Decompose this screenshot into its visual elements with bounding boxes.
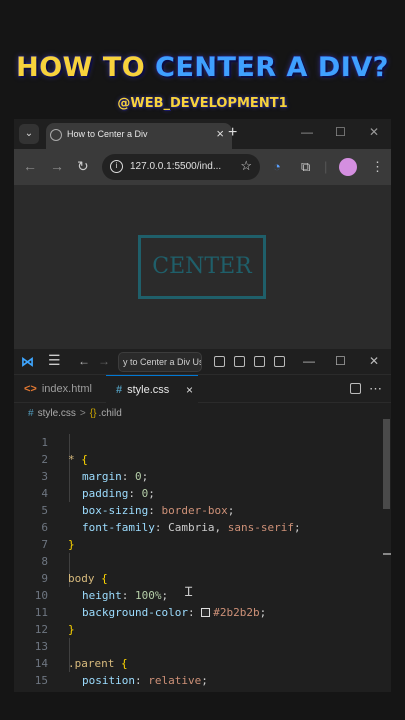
star-icon[interactable]: ☆ xyxy=(240,158,252,174)
toggle-sidebar-icon[interactable] xyxy=(214,356,225,367)
code-line: 8 body { xyxy=(14,536,384,585)
minimize-icon[interactable]: — xyxy=(301,125,313,139)
reload-icon[interactable]: ↻ xyxy=(77,158,89,175)
code-line: 13 .parent { xyxy=(14,621,384,670)
menu-icon[interactable]: ☰ xyxy=(48,352,61,369)
back-icon[interactable]: ← xyxy=(78,354,90,368)
code-line: 14 position: relative; xyxy=(14,638,384,687)
code-line: 15 height: 100vh; xyxy=(14,655,384,692)
plus-icon[interactable]: + xyxy=(228,124,237,142)
centered-div: CENTER xyxy=(138,235,266,299)
close-icon[interactable]: × xyxy=(186,376,193,404)
more-actions-icon[interactable]: ⋯ xyxy=(369,375,382,403)
banner-title-part2: CENTER A DIV? xyxy=(155,51,389,83)
banner-title: HOW TO CENTER A DIV? xyxy=(0,51,405,83)
tab-index-html[interactable]: <> index.html xyxy=(14,375,106,403)
customize-layout-icon[interactable] xyxy=(274,356,285,367)
code-line: 3 padding: 0; xyxy=(14,451,384,500)
browser-tab[interactable]: How to Center a Div × xyxy=(46,123,232,149)
vscode-window: ⋈ ☰ ← → y to Center a Div Usin — ☐ ✕ <> i… xyxy=(14,349,391,692)
avatar[interactable] xyxy=(339,158,357,176)
maximize-icon[interactable]: ☐ xyxy=(335,354,346,368)
code-line: 12 xyxy=(14,604,384,636)
video-banner: HOW TO CENTER A DIV? @WEB_DEVELOPMENT1 xyxy=(0,0,405,118)
code-line: 9 height: 100%; xyxy=(14,553,384,602)
code-line: 1 * { xyxy=(14,417,384,466)
browser-window: ⌄ How to Center a Div × + — ☐ ✕ ← → ↻ i … xyxy=(14,119,391,349)
page-viewport: CENTER xyxy=(14,185,391,349)
code-line: 11 } xyxy=(14,587,384,636)
minimize-icon[interactable]: — xyxy=(303,354,315,368)
vscode-titlebar: ⋈ ☰ ← → y to Center a Div Usin — ☐ ✕ xyxy=(14,349,391,375)
banner-handle: @WEB_DEVELOPMENT1 xyxy=(117,96,288,111)
code-line: 5 font-family: Cambria, sans-serif; xyxy=(14,485,384,534)
puzzle-icon[interactable]: ⧉ xyxy=(301,159,310,175)
tab-label: style.css xyxy=(127,384,170,396)
maximize-icon[interactable]: ☐ xyxy=(335,125,346,139)
editor-scrollbar[interactable] xyxy=(383,419,390,509)
command-center-text: y to Center a Div Usin xyxy=(123,357,202,367)
window-close-icon[interactable]: ✕ xyxy=(369,125,379,139)
chevron-down-icon[interactable]: ⌄ xyxy=(19,124,39,144)
window-close-icon[interactable]: ✕ xyxy=(369,354,379,368)
forward-icon[interactable]: → xyxy=(50,158,64,174)
kebab-icon[interactable]: ⋮ xyxy=(371,159,384,175)
code-line: 17 xyxy=(14,689,384,692)
code-line: 10 background-color: #2b2b2b; xyxy=(14,570,384,619)
code-line: 4 box-sizing: border-box; xyxy=(14,468,384,517)
browser-tabstrip: ⌄ How to Center a Div × + — ☐ ✕ xyxy=(14,119,391,149)
code-editor[interactable]: 1 * { 2 margin: 0; 3 padding: 0; 4 box-s… xyxy=(14,417,391,692)
banner-title-part1: HOW TO xyxy=(16,51,146,83)
forward-icon[interactable]: → xyxy=(98,354,110,368)
address-bar[interactable]: i 127.0.0.1:5500/ind... ☆ xyxy=(102,154,260,180)
url-text: 127.0.0.1:5500/ind... xyxy=(130,161,222,172)
split-editor-icon[interactable] xyxy=(350,383,361,394)
code-line: 6 } xyxy=(14,502,384,551)
browser-tab-title: How to Center a Div xyxy=(67,129,148,139)
tab-label: index.html xyxy=(41,383,92,395)
editor-tabs: <> index.html # style.css × ⋯ xyxy=(14,375,391,403)
text-cursor-icon: Ɪ xyxy=(185,585,193,600)
scroll-position-marker xyxy=(383,553,391,555)
css-file-icon: # xyxy=(116,384,123,396)
toggle-panel-icon[interactable] xyxy=(234,356,245,367)
code-line: 2 margin: 0; xyxy=(14,434,384,483)
code-line: 16 } xyxy=(14,672,384,692)
vscode-logo-icon: ⋈ xyxy=(21,354,34,369)
extension-icon[interactable]: ◔ xyxy=(273,159,281,174)
close-icon[interactable]: × xyxy=(216,126,224,141)
tab-style-css[interactable]: # style.css × xyxy=(106,375,198,403)
code-line: 7 xyxy=(14,519,384,551)
back-icon[interactable]: ← xyxy=(23,158,37,174)
info-icon[interactable]: i xyxy=(110,160,123,173)
command-center[interactable]: y to Center a Div Usin xyxy=(118,352,202,372)
globe-icon xyxy=(50,129,62,141)
browser-toolbar: ← → ↻ i 127.0.0.1:5500/ind... ☆ ◔ ⧉ | ⋮ xyxy=(14,149,391,185)
html-file-icon: <> xyxy=(24,383,37,395)
toggle-secondary-sidebar-icon[interactable] xyxy=(254,356,265,367)
toolbar-divider: | xyxy=(324,159,328,174)
